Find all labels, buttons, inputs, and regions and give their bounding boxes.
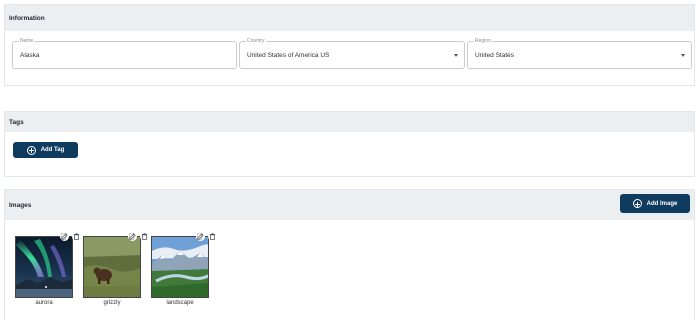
country-select[interactable]: Country United States of America US: [239, 38, 465, 69]
chevron-down-icon: [681, 54, 685, 57]
image-item[interactable]: grizzly: [83, 232, 149, 306]
image-item[interactable]: landscape: [151, 232, 217, 306]
trash-icon[interactable]: [208, 232, 217, 241]
add-tag-button[interactable]: Add Tag: [13, 142, 78, 158]
image-actions: [128, 232, 149, 241]
name-value: Alaska: [20, 52, 40, 59]
name-field[interactable]: Name Alaska: [12, 38, 237, 69]
information-title: Information: [9, 14, 45, 22]
region-select[interactable]: Region United States: [467, 38, 692, 69]
plus-circle-icon: [632, 199, 642, 208]
tags-header: Tags: [5, 112, 694, 132]
information-header: Information: [5, 5, 694, 31]
edit-icon[interactable]: [60, 232, 69, 241]
tags-card: Tags Add Tag: [4, 111, 695, 177]
landscape-image[interactable]: [151, 236, 209, 298]
grizzly-image[interactable]: [83, 236, 141, 298]
chevron-down-icon: [454, 54, 458, 57]
images-card: Images Add Image aurora grizzly landscap…: [4, 189, 695, 320]
image-actions: [60, 232, 81, 241]
information-card: Information Name Alaska Country United S…: [4, 4, 695, 86]
images-title: Images: [9, 201, 32, 209]
image-caption: aurora: [35, 300, 53, 306]
tags-title: Tags: [9, 118, 24, 126]
trash-icon[interactable]: [140, 232, 149, 241]
aurora-image[interactable]: [15, 236, 73, 298]
region-value: United States: [475, 52, 515, 59]
image-item[interactable]: aurora: [15, 232, 81, 306]
add-image-button[interactable]: Add Image: [620, 194, 690, 213]
country-label: Country: [246, 38, 266, 45]
plus-circle-icon: [26, 145, 36, 155]
country-value: United States of America US: [247, 52, 330, 59]
image-caption: grizzly: [103, 300, 121, 306]
edit-icon[interactable]: [196, 232, 205, 241]
add-tag-label: Add Tag: [40, 147, 65, 153]
edit-icon[interactable]: [128, 232, 137, 241]
name-label: Name: [19, 38, 35, 45]
trash-icon[interactable]: [72, 232, 81, 241]
image-actions: [196, 232, 217, 241]
region-label: Region: [474, 38, 492, 45]
add-image-label: Add Image: [646, 200, 678, 207]
images-header: Images: [5, 190, 694, 220]
image-caption: landscape: [166, 300, 194, 306]
